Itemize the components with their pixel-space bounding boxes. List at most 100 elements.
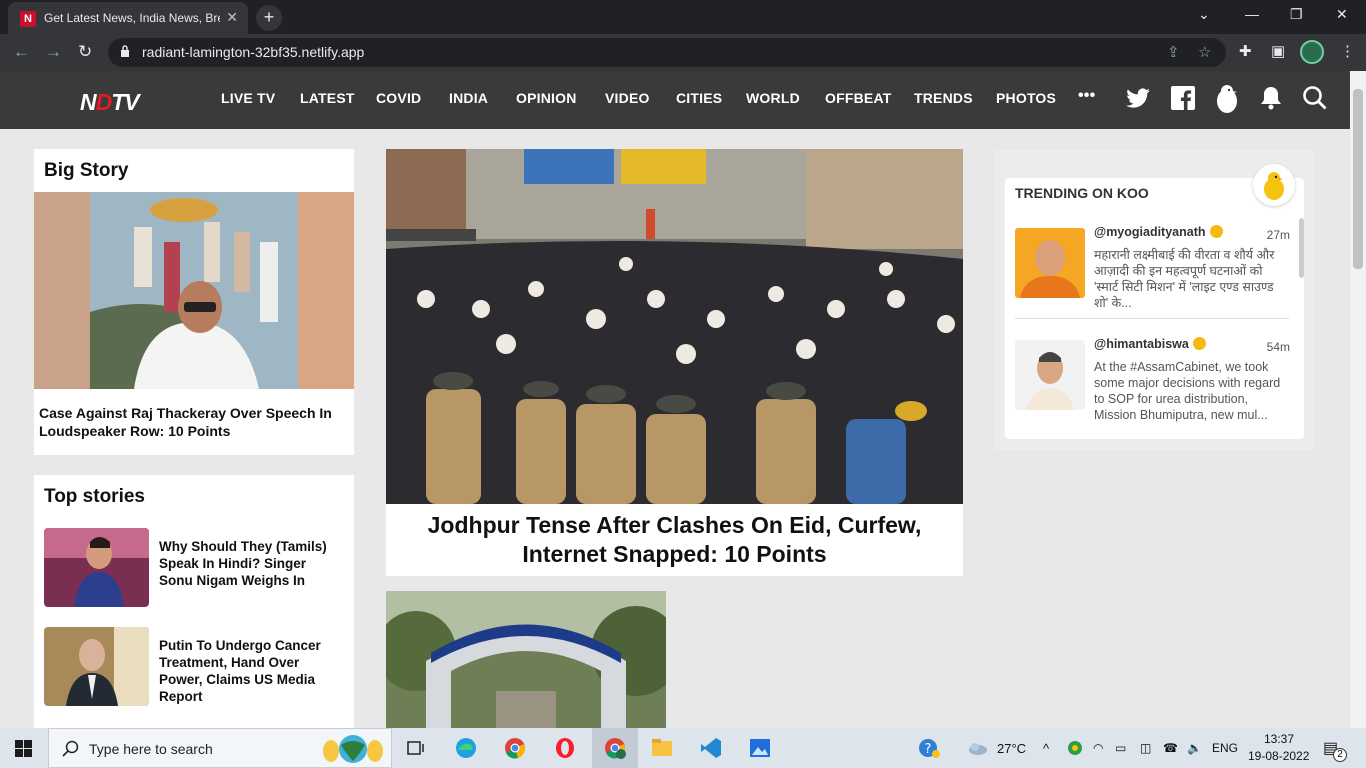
new-tab-button[interactable]: + (256, 5, 282, 31)
nav-trends[interactable]: TRENDS (914, 90, 973, 106)
koo-scrollbar[interactable] (1299, 218, 1304, 278)
facebook-icon[interactable] (1171, 86, 1195, 110)
main-story-image[interactable] (386, 149, 963, 504)
big-story-image[interactable] (34, 192, 354, 389)
search-icon[interactable] (1302, 85, 1328, 111)
koo-title: TRENDING ON KOO (1015, 185, 1149, 201)
scrollbar-thumb[interactable] (1353, 89, 1363, 269)
notification-count-badge: 2 (1333, 748, 1347, 762)
close-window-button[interactable]: ✕ (1336, 6, 1348, 23)
verified-badge-icon (1192, 337, 1206, 350)
list-item[interactable]: Why Should They (Tamils) Speak In Hindi?… (44, 528, 354, 608)
page-scrollbar[interactable] (1350, 71, 1366, 728)
reload-icon[interactable]: ↻ (78, 42, 92, 62)
nav-video[interactable]: VIDEO (605, 90, 650, 106)
vscode-icon[interactable] (699, 736, 723, 760)
weather-temp[interactable]: 27°C (997, 741, 1026, 756)
list-item[interactable]: Putin To Undergo Cancer Treatment, Hand … (44, 627, 354, 707)
help-icon[interactable]: ? (917, 736, 941, 760)
bookmark-star-icon[interactable]: ☆ (1198, 43, 1211, 61)
site-header: NDTV LIVE TV LATEST COVID INDIA OPINION … (0, 71, 1350, 129)
nav-cities[interactable]: CITIES (676, 90, 722, 106)
nav-india[interactable]: INDIA (449, 90, 488, 106)
profile-avatar[interactable] (1300, 40, 1324, 64)
story-image[interactable] (386, 591, 666, 728)
chrome-menu-icon[interactable]: ⋮ (1340, 42, 1355, 60)
restore-button[interactable]: ❐ (1290, 6, 1303, 23)
koo-widget: TRENDING ON KOO @myogiadityanath 27m महा… (995, 150, 1315, 450)
avatar[interactable] (1015, 228, 1085, 298)
opera-icon[interactable] (553, 736, 577, 760)
nav-world[interactable]: WORLD (746, 90, 800, 106)
input-language[interactable]: ENG (1212, 741, 1238, 755)
notification-bell-icon[interactable] (1260, 86, 1282, 110)
minimize-button[interactable]: — (1245, 6, 1259, 22)
koo-post-time: 54m (1266, 340, 1290, 354)
koo-post-time: 27m (1266, 228, 1290, 242)
close-tab-icon[interactable]: ✕ (226, 9, 238, 26)
ndtv-favicon-icon: N (20, 11, 36, 27)
ndtv-logo[interactable]: NDTV (80, 89, 140, 116)
chrome-profile-icon (605, 738, 626, 759)
tray-app-icon[interactable] (1065, 737, 1089, 761)
nav-live-tv[interactable]: LIVE TV (221, 90, 275, 106)
share-icon[interactable]: ⇪ (1167, 43, 1180, 61)
chrome-icon[interactable] (503, 736, 527, 760)
search-highlight-icon (323, 735, 383, 763)
koo-logo-icon[interactable] (1253, 164, 1295, 206)
browser-toolbar: ← → ↻ radiant-lamington-32bf35.netlify.a… (0, 34, 1366, 71)
koo-icon[interactable] (1214, 82, 1240, 116)
weather-cloud-icon[interactable] (966, 736, 990, 760)
tab-search-chevron-icon[interactable]: ⌄ (1198, 6, 1210, 23)
network-icon[interactable]: ☎ (1163, 741, 1178, 755)
koo-handle[interactable]: @himantabiswa (1094, 337, 1206, 351)
volume-icon[interactable]: 🔈 (1187, 741, 1202, 755)
story-thumbnail[interactable] (44, 528, 149, 607)
koo-post-text: महारानी लक्ष्मीबाई की वीरता व शौर्य और आ… (1094, 248, 1275, 310)
big-story-heading: Big Story (44, 160, 129, 181)
edge-icon[interactable] (454, 736, 478, 760)
nav-covid[interactable]: COVID (376, 90, 421, 106)
clock-date[interactable]: 19-08-2022 (1248, 749, 1309, 763)
big-story-card: Big Story Case Against Raj Thackeray Ove… (34, 149, 354, 455)
koo-handle[interactable]: @myogiadityanath (1094, 225, 1223, 239)
url-text: radiant-lamington-32bf35.netlify.app (142, 44, 365, 60)
nav-latest[interactable]: LATEST (300, 90, 355, 106)
side-panel-icon[interactable]: ▣ (1271, 42, 1285, 60)
main-story-card: Jodhpur Tense After Clashes On Eid, Curf… (386, 149, 963, 576)
file-explorer-icon[interactable] (650, 736, 674, 760)
back-icon[interactable]: ← (13, 42, 30, 62)
taskbar-active-chrome-button[interactable] (592, 728, 638, 768)
more-menu-icon[interactable]: ••• (1078, 87, 1095, 105)
battery-icon[interactable]: ▭ (1115, 741, 1126, 755)
top-stories-card: Top stories Why Should They (Tamils) Spe… (34, 475, 354, 728)
task-view-icon[interactable] (404, 736, 428, 760)
nav-photos[interactable]: PHOTOS (996, 90, 1056, 106)
taskbar-search-box[interactable]: Type here to search (48, 728, 392, 768)
story-title[interactable]: Putin To Undergo Cancer Treatment, Hand … (159, 637, 334, 705)
twitter-icon[interactable] (1126, 88, 1151, 110)
nav-offbeat[interactable]: OFFBEAT (825, 90, 891, 106)
avatar[interactable] (1015, 340, 1085, 410)
taskbar-search-placeholder: Type here to search (89, 741, 213, 757)
browser-tab[interactable]: N Get Latest News, India News, Bre ✕ (8, 2, 248, 34)
story-card (386, 591, 666, 728)
main-story-headline[interactable]: Jodhpur Tense After Clashes On Eid, Curf… (386, 511, 963, 569)
verified-badge-icon (1209, 225, 1223, 238)
nav-opinion[interactable]: OPINION (516, 90, 577, 106)
story-thumbnail[interactable] (44, 627, 149, 706)
tray-chevron-up-icon[interactable]: ^ (1043, 741, 1049, 756)
wifi-icon[interactable]: ◠ (1093, 741, 1103, 755)
photos-icon[interactable] (748, 736, 772, 760)
address-bar[interactable]: radiant-lamington-32bf35.netlify.app ⇪ ☆ (108, 38, 1226, 67)
koo-post-text: At the #AssamCabinet, we took some major… (1094, 360, 1281, 422)
extensions-puzzle-icon[interactable]: ✚ (1239, 42, 1252, 60)
big-story-headline[interactable]: Case Against Raj Thackeray Over Speech I… (39, 404, 349, 440)
story-title[interactable]: Why Should They (Tamils) Speak In Hindi?… (159, 538, 334, 589)
forward-icon[interactable]: → (45, 42, 62, 62)
clock-time[interactable]: 13:37 (1264, 732, 1294, 746)
meet-icon[interactable]: ◫ (1140, 741, 1151, 755)
windows-taskbar: Type here to search ? 27°C ^ ◠ ▭ ◫ ☎ 🔈 E… (0, 728, 1366, 768)
windows-start-icon[interactable] (15, 740, 32, 757)
top-stories-heading: Top stories (44, 486, 145, 507)
